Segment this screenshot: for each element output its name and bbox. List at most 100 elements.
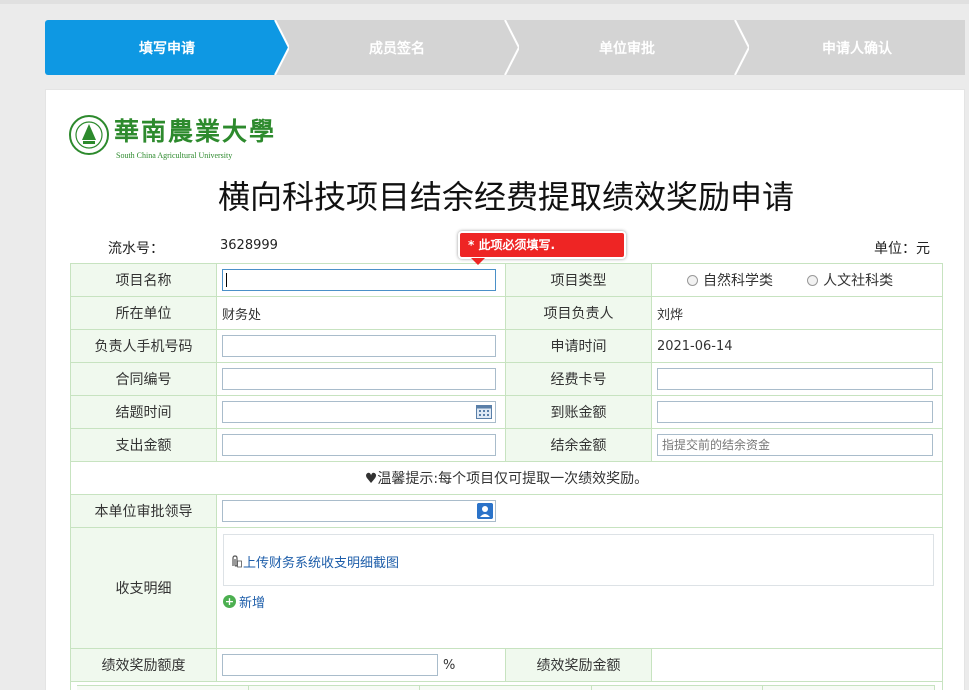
- phone-cell: [216, 329, 506, 363]
- form-row: 本单位审批领导: [70, 494, 943, 528]
- notice-text: ♥温馨提示:每个项目仅可提取一次绩效奖励。: [70, 461, 943, 495]
- text-caret: [226, 273, 227, 287]
- chevron-right-icon: [261, 20, 289, 75]
- step-fill-application[interactable]: 填写申请: [45, 20, 289, 75]
- detail-cell: 上传财务系统收支明细截图 + 新增: [216, 527, 943, 649]
- project-type-cell: 自然科学类 人文社科类: [650, 263, 944, 297]
- dept-label: 所在单位: [70, 296, 217, 330]
- radio-humanities[interactable]: 人文社科类: [807, 270, 893, 290]
- subtable-header-cell: [248, 686, 421, 690]
- phone-input[interactable]: [222, 335, 496, 357]
- application-panel: 華南農業大學 South China Agricultural Universi…: [45, 89, 965, 690]
- step-applicant-confirm[interactable]: 申请人确认: [735, 20, 965, 75]
- card-cell: [650, 362, 944, 396]
- step-member-signature[interactable]: 成员签名: [275, 20, 519, 75]
- form-row: 支出金额 结余金额 指提交前的结余资金: [70, 428, 944, 462]
- step-unit-approval[interactable]: 单位审批: [505, 20, 749, 75]
- form-row: 负责人手机号码 申请时间 2021-06-14: [70, 329, 944, 363]
- arrival-cell: [650, 395, 944, 429]
- university-logo: 華南農業大學 South China Agricultural Universi…: [68, 112, 274, 162]
- form-row: 收支明细 上传财务系统收支明细截图 + 新增: [70, 527, 943, 649]
- serial-value: 3628999: [220, 238, 278, 253]
- reward-quota-cell: %: [216, 648, 506, 682]
- close-time-label: 结题时间: [70, 395, 217, 429]
- expense-input[interactable]: [222, 434, 496, 456]
- detail-label: 收支明细: [70, 527, 217, 649]
- required-field-tooltip: * 此项必须填写.: [458, 231, 626, 259]
- plus-icon: +: [223, 595, 236, 608]
- percent-sign: %: [443, 657, 456, 673]
- application-form: 项目名称 项目类型 自然科学类 人文社科类 所在单位 财务处 项目负责人 刘烨 …: [70, 263, 944, 690]
- step-label: 填写申请: [139, 40, 195, 57]
- form-row: ♥温馨提示:每个项目仅可提取一次绩效奖励。: [70, 461, 943, 495]
- apply-time-label: 申请时间: [504, 329, 652, 363]
- contract-cell: [216, 362, 506, 396]
- radio-natural-science[interactable]: 自然科学类: [686, 270, 773, 290]
- approver-input[interactable]: [222, 500, 496, 522]
- radio-label: 人文社科类: [823, 273, 894, 289]
- phone-label: 负责人手机号码: [70, 329, 217, 363]
- radio-label: 自然科学类: [702, 273, 773, 289]
- progress-steps: 填写申请 成员签名 单位审批 申请人确认: [45, 20, 965, 75]
- radio-circle: [807, 274, 819, 286]
- reward-amount-label: 绩效奖励金额: [504, 648, 652, 682]
- plan-subtable-header: [77, 685, 935, 690]
- arrival-input[interactable]: [656, 401, 933, 423]
- tooltip-arrow: [471, 258, 485, 265]
- balance-label: 结余金额: [504, 428, 652, 462]
- contract-label: 合同编号: [70, 362, 217, 396]
- subtable-header-cell: [591, 686, 764, 690]
- dept-value: 财务处: [216, 296, 506, 330]
- step-label: 申请人确认: [822, 40, 892, 57]
- close-time-cell: [216, 395, 506, 429]
- leader-value: 刘烨: [650, 296, 944, 330]
- paperclip-icon: [232, 554, 242, 567]
- step-label: 成员签名: [369, 40, 425, 57]
- leader-label: 项目负责人: [504, 296, 652, 330]
- upload-box: 上传财务系统收支明细截图: [223, 534, 934, 586]
- approver-cell: [216, 494, 943, 528]
- form-row: 结题时间 到账金额: [70, 395, 944, 429]
- calendar-icon[interactable]: [476, 405, 492, 419]
- logo-chinese-name: 華南農業大學: [114, 117, 277, 146]
- expense-cell: [216, 428, 506, 462]
- project-name-cell: [216, 263, 506, 297]
- reward-quota-input[interactable]: [222, 654, 438, 676]
- add-link-label: 新增: [239, 596, 266, 611]
- upload-link[interactable]: 上传财务系统收支明细截图: [229, 552, 399, 571]
- form-row: 绩效奖励额度 % 绩效奖励金额: [70, 648, 944, 682]
- upload-link-label: 上传财务系统收支明细截图: [243, 556, 400, 571]
- form-row: 合同编号 经费卡号: [70, 362, 944, 396]
- arrival-label: 到账金额: [504, 395, 652, 429]
- add-row-link[interactable]: + 新增: [223, 592, 942, 611]
- project-type-label: 项目类型: [504, 263, 652, 297]
- chevron-right-icon: [491, 20, 519, 75]
- serial-label: 流水号：: [108, 241, 164, 257]
- apply-time-value: 2021-06-14: [650, 329, 944, 363]
- logo-english-name: South China Agricultural University: [116, 151, 233, 160]
- reward-quota-label: 绩效奖励额度: [70, 648, 217, 682]
- radio-circle: [686, 274, 698, 286]
- subtable-header-cell: [420, 686, 592, 690]
- card-input[interactable]: [656, 368, 933, 390]
- approver-label: 本单位审批领导: [70, 494, 217, 528]
- chevron-right-icon: [721, 20, 749, 75]
- balance-input[interactable]: 指提交前的结余资金: [656, 434, 933, 456]
- contract-input[interactable]: [222, 368, 496, 390]
- balance-cell: 指提交前的结余资金: [650, 428, 944, 462]
- close-time-input[interactable]: [222, 401, 496, 423]
- top-bar: [0, 0, 969, 4]
- project-name-label: 项目名称: [70, 263, 217, 297]
- subtable-header-cell: [763, 686, 935, 690]
- expense-label: 支出金额: [70, 428, 217, 462]
- subtable-header-cell: [77, 686, 249, 690]
- project-name-input[interactable]: [222, 269, 496, 291]
- reward-amount-value: [650, 648, 944, 682]
- step-label: 单位审批: [599, 40, 655, 57]
- page-title: 横向科技项目结余经费提取绩效奖励申请: [217, 178, 794, 216]
- card-label: 经费卡号: [504, 362, 652, 396]
- form-row: 项目名称 项目类型 自然科学类 人文社科类: [70, 263, 944, 297]
- user-picker-icon[interactable]: [477, 503, 493, 519]
- form-row: 所在单位 财务处 项目负责人 刘烨: [70, 296, 944, 330]
- university-emblem-icon: [69, 115, 109, 155]
